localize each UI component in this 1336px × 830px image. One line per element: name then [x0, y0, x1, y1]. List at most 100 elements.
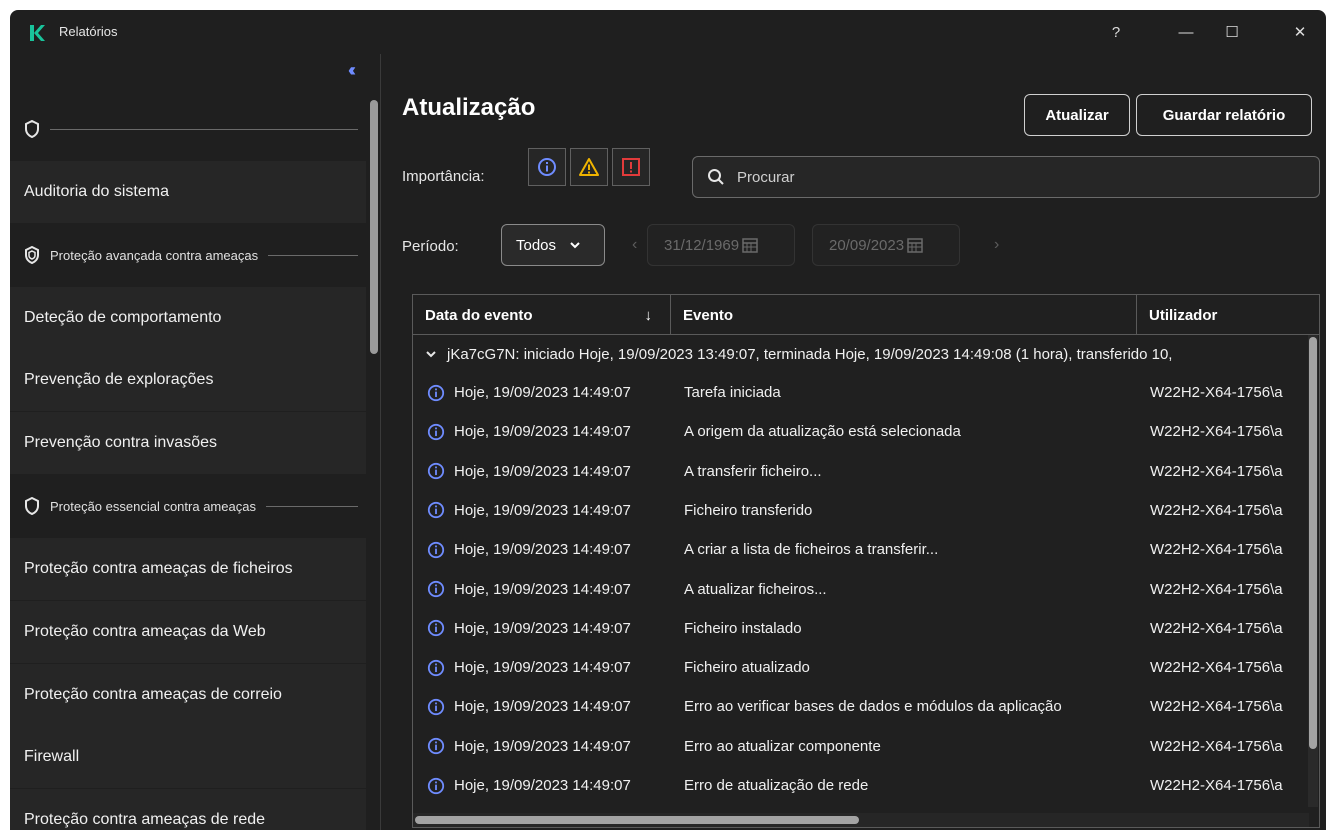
filter-info-button[interactable]	[528, 148, 566, 186]
main-panel: Atualização Atualizar Guardar relatório …	[392, 54, 1320, 830]
period-label: Período:	[402, 238, 459, 255]
cell-date: Hoje, 19/09/2023 14:49:07	[454, 777, 631, 794]
cell-user: W22H2-X64-1756\a	[1150, 501, 1283, 519]
table-header: Data do evento ↓ Evento Utilizador	[413, 295, 1319, 335]
chevron-down-icon	[426, 351, 436, 358]
date-to-field: 20/09/2023	[812, 224, 960, 266]
refresh-button[interactable]: Atualizar	[1024, 94, 1130, 136]
search-input[interactable]: Procurar	[692, 156, 1320, 198]
error-icon	[622, 158, 640, 176]
pane-divider	[380, 54, 381, 830]
info-icon	[427, 541, 445, 558]
minimize-button[interactable]: —	[1166, 20, 1206, 44]
info-icon	[427, 777, 445, 794]
sidebar-item-auditoria[interactable]: Auditoria do sistema	[10, 161, 366, 223]
table-row[interactable]: Hoje, 19/09/2023 14:49:07 Erro de atualiz…	[413, 766, 1309, 805]
cell-user: W22H2-X64-1756\a	[1150, 698, 1283, 716]
cell-user: W22H2-X64-1756\a	[1150, 737, 1283, 755]
shield-advanced-icon	[25, 246, 39, 264]
sidebar-group-top	[10, 98, 366, 160]
info-icon	[427, 620, 445, 637]
cell-event: Ficheiro instalado	[684, 619, 802, 637]
filter-error-button[interactable]	[612, 148, 650, 186]
group-divider	[265, 505, 358, 507]
calendar-icon	[742, 238, 758, 253]
collapse-sidebar-button[interactable]: ‹‹	[348, 60, 374, 82]
cell-date: Hoje, 19/09/2023 14:49:07	[454, 698, 631, 716]
cell-event: A atualizar ficheiros...	[684, 580, 827, 598]
cell-date: Hoje, 19/09/2023 14:49:07	[454, 541, 631, 559]
info-icon	[427, 423, 445, 440]
date-to-value: 20/09/2023	[829, 236, 905, 254]
table-row[interactable]: Hoje, 19/09/2023 14:49:07 Ficheiro instal…	[413, 609, 1309, 648]
cell-user: W22H2-X64-1756\a	[1150, 462, 1283, 480]
table-row[interactable]: Hoje, 19/09/2023 14:49:07 A criar a lista…	[413, 530, 1309, 569]
column-header-event[interactable]: Evento	[671, 295, 1137, 335]
scrollbar-thumb[interactable]	[415, 816, 859, 824]
sidebar-item-ameacas-ficheiros[interactable]: Proteção contra ameaças de ficheiros	[10, 538, 366, 600]
cell-event: A transferir ficheiro...	[684, 462, 822, 480]
group-row[interactable]: jKa7cG7N: iniciado Hoje, 19/09/2023 13:4…	[413, 335, 1309, 373]
sidebar-scrollbar[interactable]	[370, 100, 378, 354]
table-row[interactable]: Hoje, 19/09/2023 14:49:07 Erro ao atualiz…	[413, 727, 1309, 766]
table-row[interactable]: Hoje, 19/09/2023 14:49:07 A transferir fi…	[413, 452, 1309, 491]
date-from-field: 31/12/1969	[647, 224, 795, 266]
sidebar-item-prevencao-invasoes[interactable]: Prevenção contra invasões	[10, 412, 366, 474]
close-button[interactable]: ✕	[1280, 20, 1320, 44]
table-row[interactable]: Hoje, 19/09/2023 14:49:07 Ficheiro transf…	[413, 491, 1309, 530]
sidebar-group-label: Proteção avançada contra ameaças	[50, 247, 259, 263]
group-divider	[50, 128, 358, 130]
cell-date: Hoje, 19/09/2023 14:49:07	[454, 462, 631, 480]
events-table: Data do evento ↓ Evento Utilizador jKa7c…	[412, 294, 1320, 828]
cell-date: Hoje, 19/09/2023 14:49:07	[454, 580, 631, 598]
sidebar-item-prevencao-exploracoes[interactable]: Prevenção de explorações	[10, 349, 366, 411]
date-from-value: 31/12/1969	[664, 236, 740, 254]
shield-icon	[25, 497, 39, 515]
cell-event: Tarefa iniciada	[684, 384, 781, 401]
previous-period-button[interactable]: ‹	[632, 236, 637, 254]
table-row[interactable]: Hoje, 19/09/2023 14:49:07 A origem da atu…	[413, 412, 1309, 451]
cell-date: Hoje, 19/09/2023 14:49:07	[454, 501, 631, 519]
table-row[interactable]: Hoje, 19/09/2023 14:49:07 Tarefa iniciada…	[413, 373, 1309, 412]
search-placeholder: Procurar	[737, 168, 795, 186]
cell-date: Hoje, 19/09/2023 14:49:07	[454, 384, 631, 401]
sort-down-icon: ↓	[644, 306, 653, 324]
kaspersky-logo-icon	[30, 25, 45, 41]
cell-date: Hoje, 19/09/2023 14:49:07	[454, 659, 631, 677]
cell-event: Erro ao verificar bases de dados e módul…	[684, 698, 1062, 716]
help-button[interactable]: ?	[1096, 20, 1136, 44]
table-row[interactable]: Hoje, 19/09/2023 14:49:07 Ficheiro atuali…	[413, 648, 1309, 687]
table-row[interactable]: Hoje, 19/09/2023 14:49:07 Erro ao verific…	[413, 687, 1309, 726]
cell-event: Erro de atualização de rede	[684, 777, 869, 794]
period-value: Todos	[516, 236, 557, 254]
next-period-button[interactable]: ›	[994, 236, 999, 254]
table-vertical-scrollbar[interactable]	[1308, 335, 1318, 807]
sidebar-item-detecao[interactable]: Deteção de comportamento	[10, 287, 366, 349]
title-bar: Relatórios ? — ☐ ✕	[10, 10, 1326, 54]
cell-date: Hoje, 19/09/2023 14:49:07	[454, 423, 631, 441]
table-row[interactable]: Hoje, 19/09/2023 14:49:07 A atualizar fic…	[413, 570, 1309, 609]
scrollbar-thumb[interactable]	[1309, 337, 1317, 749]
cell-event: Ficheiro transferido	[684, 501, 813, 519]
filter-warning-button[interactable]	[570, 148, 608, 186]
cell-event: A criar a lista de ficheiros a transferi…	[684, 541, 939, 559]
cell-user: W22H2-X64-1756\a	[1150, 423, 1283, 441]
table-horizontal-scrollbar[interactable]	[413, 813, 1309, 827]
page-title: Atualização	[402, 94, 536, 121]
info-icon	[427, 738, 445, 755]
sidebar-item-ameacas-web[interactable]: Proteção contra ameaças da Web	[10, 601, 366, 663]
period-select[interactable]: Todos	[501, 224, 605, 266]
sidebar-item-firewall[interactable]: Firewall	[10, 726, 366, 788]
maximize-button[interactable]: ☐	[1212, 20, 1252, 44]
importance-label: Importância:	[402, 168, 485, 185]
info-icon	[538, 158, 556, 176]
app-window: Relatórios ? — ☐ ✕ ‹‹ Auditoria do siste…	[10, 10, 1326, 830]
save-report-button[interactable]: Guardar relatório	[1136, 94, 1312, 136]
info-icon	[427, 698, 445, 715]
cell-user: W22H2-X64-1756\a	[1150, 384, 1283, 401]
cell-date: Hoje, 19/09/2023 14:49:07	[454, 737, 631, 755]
sidebar-item-ameacas-rede[interactable]: Proteção contra ameaças de rede	[10, 789, 366, 830]
column-header-user[interactable]: Utilizador	[1137, 295, 1319, 335]
column-header-date[interactable]: Data do evento ↓	[413, 295, 671, 335]
sidebar-item-ameacas-correio[interactable]: Proteção contra ameaças de correio	[10, 664, 366, 726]
